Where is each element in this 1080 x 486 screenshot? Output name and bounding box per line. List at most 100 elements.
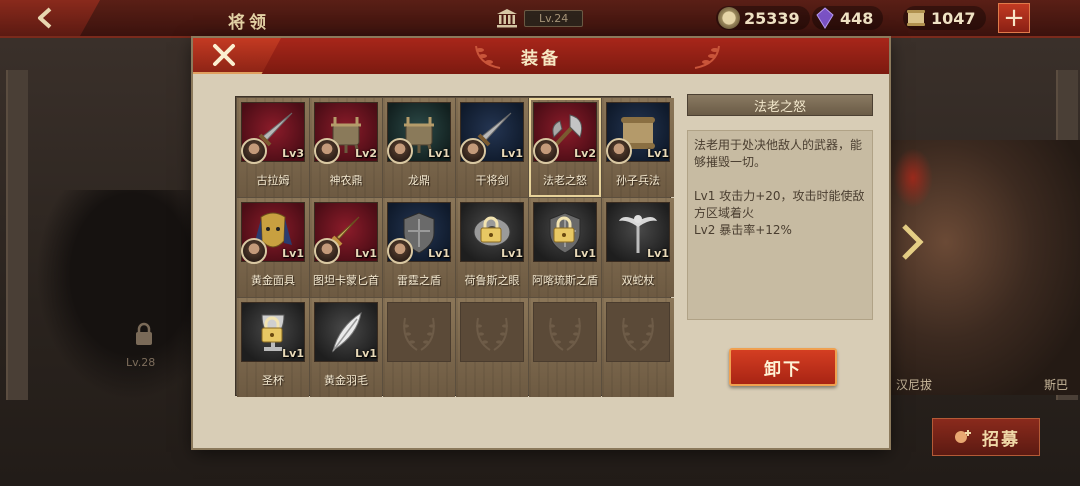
back-arrow-icon	[38, 7, 52, 29]
equipment-level: Lv1	[282, 347, 304, 360]
equipment-slot[interactable]: Lv1 龙鼎	[383, 98, 455, 197]
hero-avatar	[533, 138, 559, 164]
recruit-button[interactable]: 招募	[932, 418, 1040, 456]
equipment-slot[interactable]: Lv1 荷鲁斯之眼	[456, 198, 528, 297]
equipment-slot[interactable]: Lv1 黄金羽毛	[310, 298, 382, 397]
hero-avatar	[387, 138, 413, 164]
temple-icon	[497, 9, 517, 28]
equipment-name: 圣杯	[262, 374, 284, 387]
equipment-slot[interactable]: Lv1 双蛇杖	[602, 198, 674, 297]
gem-counter[interactable]: 448	[812, 6, 884, 30]
equipment-name: 黄金羽毛	[324, 374, 368, 387]
recruit-icon	[955, 430, 971, 443]
empty-slot-frame	[606, 302, 670, 362]
equipment-slot[interactable]: Lv2 法老之怒	[529, 98, 601, 197]
equipment-level: Lv1	[428, 147, 450, 160]
empty-slot-frame	[387, 302, 451, 362]
equipment-level: Lv1	[355, 347, 377, 360]
equipment-level: Lv3	[282, 147, 304, 160]
dialog-header: 装备	[193, 38, 889, 74]
locked-hero-level: Lv.28	[126, 356, 156, 369]
detail-effect: Lv2 暴击率+12%	[694, 223, 792, 237]
equipment-name: 神农鼎	[329, 174, 363, 187]
equipment-slot[interactable]: Lv1 圣杯	[237, 298, 309, 397]
unequip-button[interactable]: 卸下	[729, 348, 837, 386]
equipment-name: 龙鼎	[408, 174, 430, 187]
equipment-dialog: 装备 Lv3 古拉姆 Lv2 神农鼎 Lv1 龙鼎 Lv1 干将剑 Lv2 法老之怒 Lv1 孙子兵法…	[193, 38, 889, 448]
empty-equipment-slot[interactable]	[602, 298, 674, 397]
hero-name-right: 斯巴	[1044, 378, 1069, 392]
add-resource-button[interactable]: +	[998, 3, 1030, 33]
laurel-placeholder-icon	[622, 317, 654, 351]
left-pillar	[6, 70, 28, 400]
detail-description: 法老用于处决他敌人的武器，能够摧毁一切。	[694, 138, 863, 169]
equipment-slot[interactable]: Lv1 干将剑	[456, 98, 528, 197]
coin-amount: 25339	[744, 8, 800, 28]
hero-avatar	[314, 138, 340, 164]
equipment-name: 雷霆之盾	[397, 274, 441, 287]
laurel-left-icon	[475, 45, 501, 69]
lock-icon	[261, 316, 283, 343]
player-level: Lv.24	[496, 8, 584, 28]
hero-avatar	[460, 138, 486, 164]
close-button[interactable]	[193, 38, 281, 74]
empty-slot-frame	[460, 302, 524, 362]
detail-panel: 法老用于处决他敌人的武器，能够摧毁一切。 Lv1 攻击力+20，攻击时能使敌方区…	[687, 130, 873, 320]
detail-title-bar: 法老之怒	[687, 94, 873, 116]
lock-icon	[136, 322, 152, 345]
equipment-slot[interactable]: Lv3 古拉姆	[237, 98, 309, 197]
coin-counter[interactable]: 25339	[716, 6, 810, 30]
equipment-slot[interactable]: Lv1 孙子兵法	[602, 98, 674, 197]
dialog-title: 装备	[521, 48, 561, 69]
page-title: 将领	[228, 13, 270, 33]
equipment-level: Lv1	[501, 247, 523, 260]
equipment-slot[interactable]: Lv2 神农鼎	[310, 98, 382, 197]
unequip-label: 卸下	[764, 359, 802, 380]
equipment-level: Lv2	[355, 147, 377, 160]
hero-avatar	[241, 138, 267, 164]
equipment-slot[interactable]: Lv1 阿喀琉斯之盾	[529, 198, 601, 297]
empty-slot-frame	[533, 302, 597, 362]
hero-avatar	[606, 138, 632, 164]
player-level-label: Lv.24	[524, 9, 584, 27]
hero-helmet-crest	[893, 148, 933, 208]
lock-icon	[480, 216, 502, 243]
hero-avatar	[387, 238, 413, 264]
equipment-level: Lv1	[647, 247, 669, 260]
equipment-name: 法老之怒	[543, 174, 587, 187]
next-arrow-icon[interactable]	[900, 222, 926, 262]
equipment-level: Lv1	[647, 147, 669, 160]
gem-icon	[816, 7, 834, 29]
equipment-grid: Lv3 古拉姆 Lv2 神农鼎 Lv1 龙鼎 Lv1 干将剑 Lv2 法老之怒 Lv1 孙子兵法 Lv1…	[235, 96, 674, 397]
locked-hero-silhouette[interactable]	[36, 190, 196, 400]
gem-amount: 448	[840, 8, 874, 28]
recruit-label: 招募	[982, 429, 1020, 450]
hero-name-left: 汉尼拔	[896, 378, 933, 392]
empty-equipment-slot[interactable]	[383, 298, 455, 397]
equipment-name: 图坦卡蒙匕首	[313, 274, 379, 287]
equipment-slot[interactable]: Lv1 图坦卡蒙匕首	[310, 198, 382, 297]
equipment-slot[interactable]: Lv1 雷霆之盾	[383, 198, 455, 297]
equipment-name: 干将剑	[475, 174, 509, 187]
close-icon	[213, 44, 235, 66]
empty-equipment-slot[interactable]	[529, 298, 601, 397]
equipment-slot[interactable]: Lv1 黄金面具	[237, 198, 309, 297]
laurel-right-icon	[694, 45, 720, 69]
equipment-name: 双蛇杖	[621, 274, 655, 287]
scroll-icon	[907, 10, 925, 26]
laurel-placeholder-icon	[476, 317, 508, 351]
scroll-counter[interactable]: 1047	[903, 6, 986, 30]
equipment-name: 孙子兵法	[616, 174, 660, 187]
scroll-amount: 1047	[931, 8, 976, 28]
equipment-level: Lv2	[574, 147, 596, 160]
equipment-level: Lv1	[282, 247, 304, 260]
equipment-level: Lv1	[355, 247, 377, 260]
equipment-name: 黄金面具	[251, 274, 295, 287]
hero-avatar	[314, 238, 340, 264]
equipment-name: 古拉姆	[256, 174, 290, 187]
equipment-level: Lv1	[501, 147, 523, 160]
detail-effect: Lv1 攻击力+20，攻击时能使敌方区域着火	[694, 189, 865, 220]
back-button[interactable]	[0, 0, 100, 36]
empty-equipment-slot[interactable]	[456, 298, 528, 397]
coin-icon	[718, 7, 740, 29]
